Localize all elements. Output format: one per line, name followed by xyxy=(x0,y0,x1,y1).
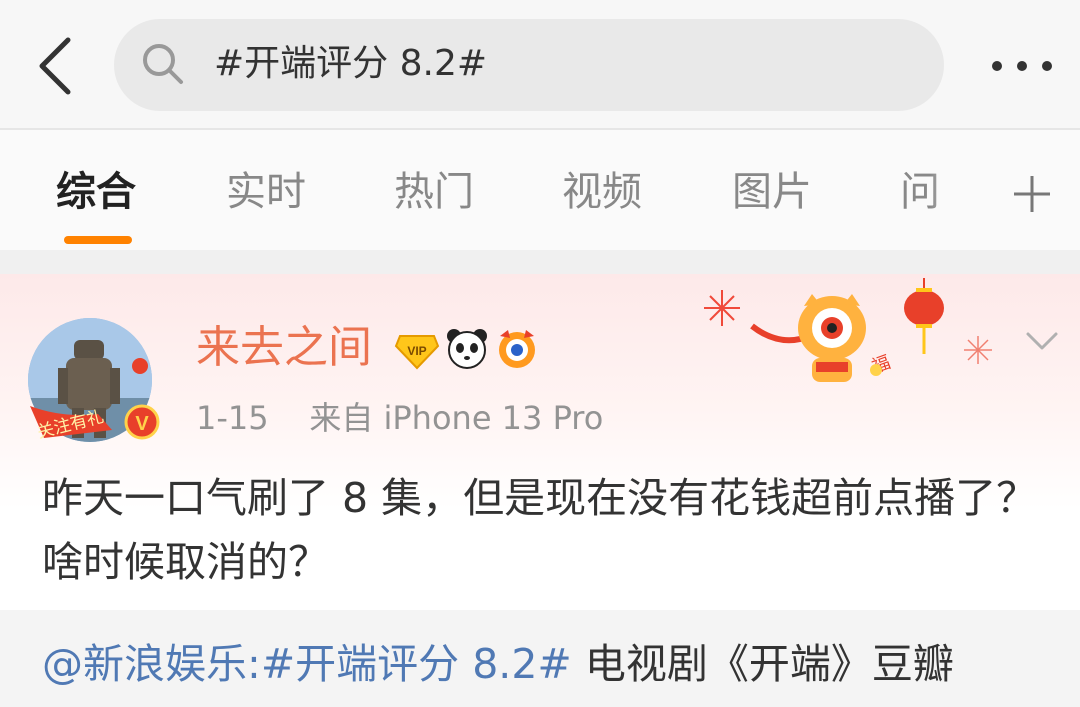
back-button[interactable] xyxy=(28,30,88,102)
repost-mention-link[interactable]: @新浪娱乐 xyxy=(42,640,247,688)
search-icon xyxy=(143,44,183,84)
post-timestamp: 1-15 xyxy=(196,399,269,437)
chevron-left-icon xyxy=(39,37,71,95)
tab-comprehensive[interactable]: 综合 xyxy=(56,168,136,216)
tab-images[interactable]: 图片 xyxy=(732,168,812,216)
plus-icon xyxy=(1014,176,1050,212)
tab-fade-overlay xyxy=(930,160,990,230)
repost-text: @新浪娱乐:#开端评分 8.2# 电视剧《开端》豆瓣 xyxy=(42,636,954,692)
tiger-medal-icon[interactable] xyxy=(494,326,540,370)
section-gap xyxy=(0,250,1080,274)
tiger-mascot-icon xyxy=(798,294,866,382)
post-source: 来自 iPhone 13 Pro xyxy=(309,399,604,437)
post-menu-button[interactable] xyxy=(1022,326,1062,356)
festive-decoration: 褔 xyxy=(704,278,992,382)
post-username[interactable]: 来去之间 xyxy=(196,322,372,374)
firework-icon xyxy=(704,290,740,326)
panda-icon[interactable] xyxy=(444,326,490,370)
tab-realtime[interactable]: 实时 xyxy=(226,168,306,216)
repost-colon: : xyxy=(247,640,261,688)
search-query-text[interactable]: #开端评分 8.2# xyxy=(214,41,487,87)
more-dots-icon xyxy=(992,61,1052,71)
repost-body-text: 电视剧《开端》豆瓣 xyxy=(571,640,954,688)
svg-text:VIP: VIP xyxy=(407,344,426,358)
active-tab-indicator xyxy=(64,236,132,244)
avatar[interactable]: V 关注有礼 xyxy=(22,318,162,450)
repost-hashtag-link[interactable]: #开端评分 8.2# xyxy=(261,640,572,688)
tab-hot[interactable]: 热门 xyxy=(394,168,474,216)
post-body-text: 昨天一口气刷了 8 集，但是现在没有花钱超前点播了？啥时候取消的？ xyxy=(42,474,1038,586)
tab-video[interactable]: 视频 xyxy=(562,168,642,216)
chevron-down-icon xyxy=(1026,332,1058,350)
sparkle-icon xyxy=(964,336,992,364)
search-bar[interactable]: #开端评分 8.2# xyxy=(114,19,944,111)
add-tab-button[interactable] xyxy=(1010,166,1054,233)
more-options-button[interactable] xyxy=(985,40,1059,92)
post-meta: 1-15 来自 iPhone 13 Pro xyxy=(196,398,603,438)
svg-text:V: V xyxy=(135,413,149,435)
vip-icon[interactable]: VIP xyxy=(394,326,440,370)
lantern-icon xyxy=(904,278,944,354)
